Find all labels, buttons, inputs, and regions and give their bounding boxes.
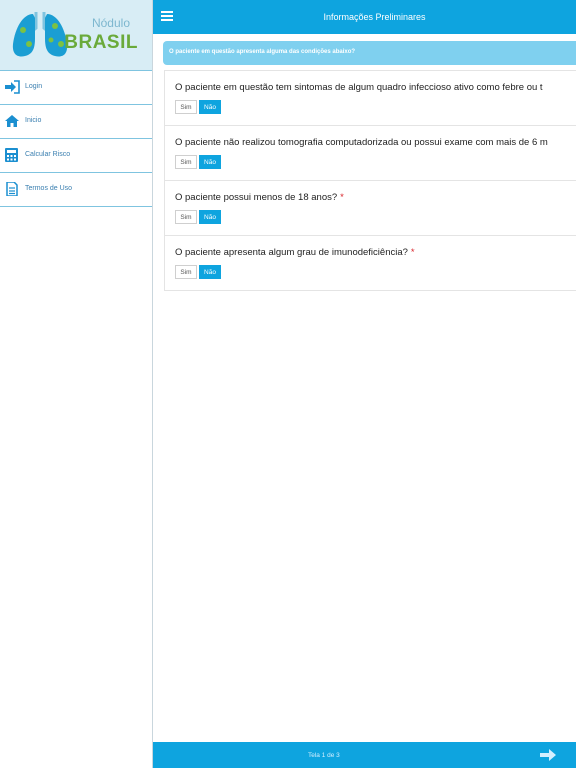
question-item: O paciente em questão tem sintomas de al… bbox=[164, 71, 576, 126]
question-text: O paciente apresenta algum grau de imuno… bbox=[175, 247, 415, 258]
sidebar-item-login[interactable]: Login bbox=[0, 71, 152, 105]
question-text: O paciente não realizou tomografia compu… bbox=[175, 137, 548, 148]
app-logo: Nódulo BRASIL bbox=[0, 0, 152, 71]
sim-button[interactable]: Sim bbox=[175, 155, 197, 169]
yes-no-toggle: Sim Não bbox=[175, 265, 221, 279]
sim-button[interactable]: Sim bbox=[175, 210, 197, 224]
top-bar: Informações Preliminares bbox=[153, 0, 576, 34]
question-list: O paciente em questão tem sintomas de al… bbox=[164, 70, 576, 291]
yes-no-toggle: Sim Não bbox=[175, 210, 221, 224]
yes-no-toggle: Sim Não bbox=[175, 100, 221, 114]
question-item: O paciente não realizou tomografia compu… bbox=[164, 126, 576, 181]
arrow-right-icon[interactable] bbox=[539, 748, 557, 762]
document-icon bbox=[6, 182, 18, 196]
login-icon bbox=[5, 80, 20, 94]
required-marker: * bbox=[410, 247, 415, 258]
page-title: Informações Preliminares bbox=[323, 12, 426, 22]
sidebar-item-label: Termos de Uso bbox=[25, 185, 73, 192]
sidebar-item-calcular-risco[interactable]: Calcular Risco bbox=[0, 139, 152, 173]
question-item: O paciente possui menos de 18 anos? * Sim… bbox=[164, 181, 576, 236]
sidebar: Nódulo BRASIL Login Inicio Calcular Risc… bbox=[0, 0, 153, 768]
sidebar-item-label: Calcular Risco bbox=[25, 151, 71, 158]
question-text: O paciente possui menos de 18 anos? * bbox=[175, 192, 344, 203]
home-icon bbox=[5, 115, 19, 127]
sidebar-item-termos-de-uso[interactable]: Termos de Uso bbox=[0, 173, 152, 207]
banner-text: O paciente em questão apresenta alguma d… bbox=[169, 49, 356, 55]
nao-button[interactable]: Não bbox=[199, 155, 221, 169]
required-marker: * bbox=[340, 192, 344, 203]
nao-button[interactable]: Não bbox=[199, 265, 221, 279]
question-text: O paciente em questão tem sintomas de al… bbox=[175, 82, 543, 93]
brand-name-bottom: BRASIL bbox=[64, 32, 138, 53]
yes-no-toggle: Sim Não bbox=[175, 155, 221, 169]
question-item: O paciente apresenta algum grau de imuno… bbox=[164, 236, 576, 291]
sim-button[interactable]: Sim bbox=[175, 100, 197, 114]
lungs-icon bbox=[12, 12, 68, 57]
question-banner: O paciente em questão apresenta alguma d… bbox=[163, 41, 576, 65]
bottom-bar: Tela 1 de 3 bbox=[153, 742, 576, 768]
sim-button[interactable]: Sim bbox=[175, 265, 197, 279]
sidebar-item-label: Login bbox=[25, 83, 43, 90]
sidebar-item-label: Inicio bbox=[25, 117, 42, 124]
calculator-icon bbox=[5, 148, 18, 162]
page-indicator: Tela 1 de 3 bbox=[308, 752, 340, 759]
sidebar-item-inicio[interactable]: Inicio bbox=[0, 105, 152, 139]
main-content: O paciente em questão apresenta alguma d… bbox=[153, 34, 576, 742]
nao-button[interactable]: Não bbox=[199, 100, 221, 114]
nao-button[interactable]: Não bbox=[199, 210, 221, 224]
brand-name-top: Nódulo bbox=[91, 16, 130, 30]
